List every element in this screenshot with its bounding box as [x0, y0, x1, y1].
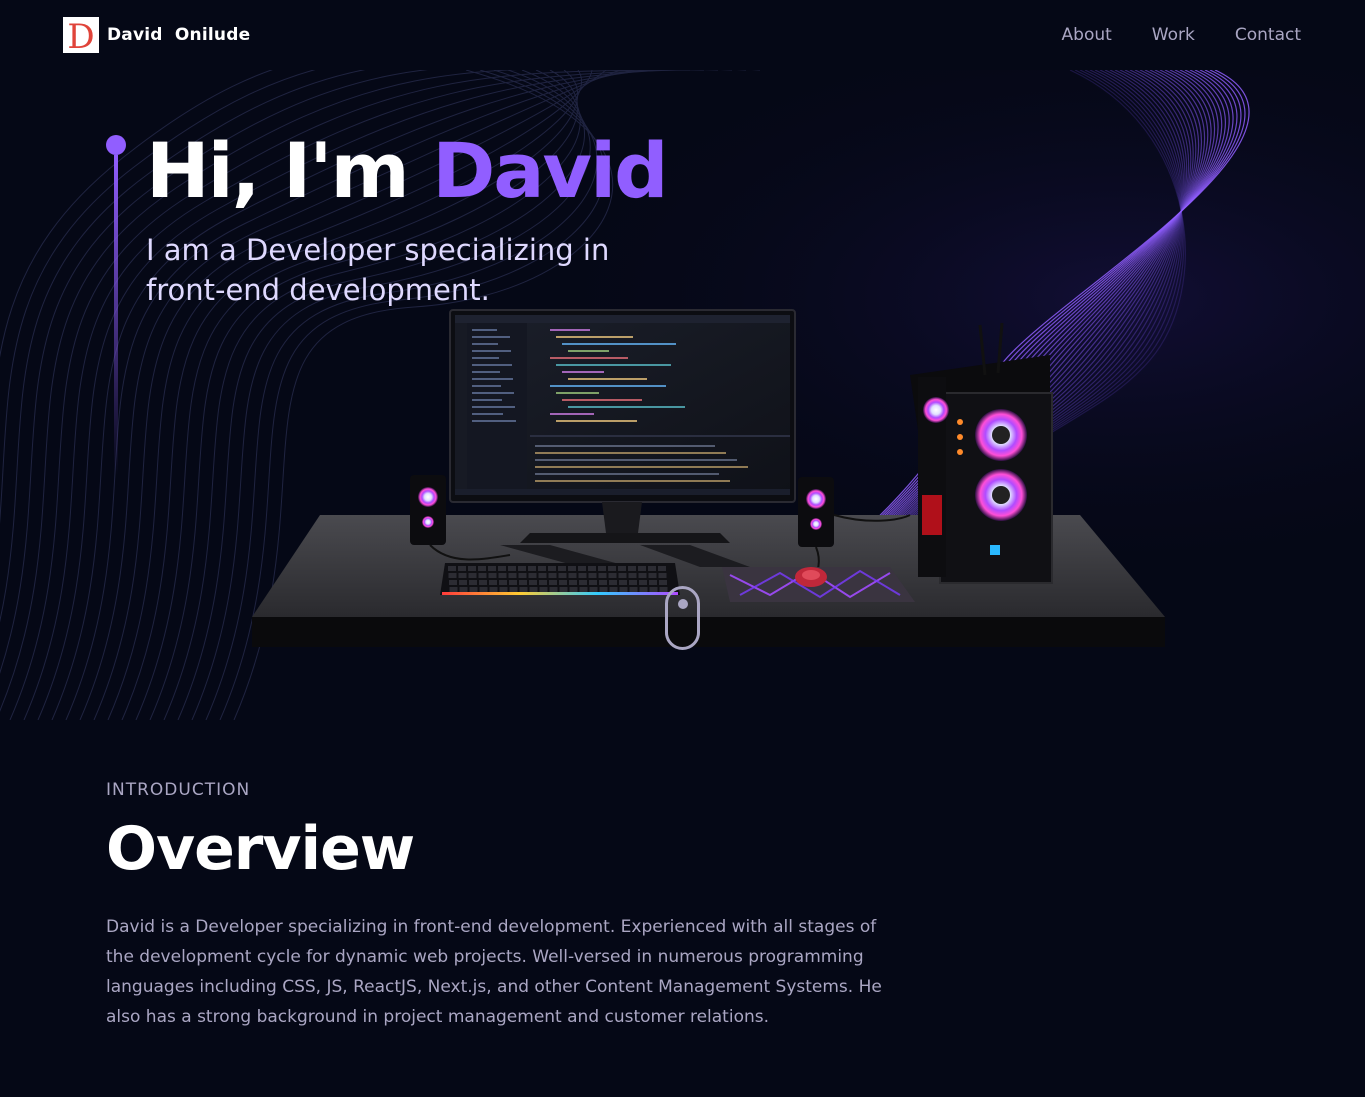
portfolio-page: D David Onilude About Work Contact Hi, I… [0, 0, 1365, 1097]
overview-text: David is a Developer specializing in fro… [106, 917, 882, 1027]
scroll-down-button[interactable] [665, 586, 700, 650]
hero-greeting: Hi, I'm [146, 126, 433, 215]
accent-bar [114, 155, 118, 475]
section-label: INTRODUCTION [106, 780, 251, 800]
logo-icon: D [63, 17, 99, 53]
desk-setup-illustration [252, 309, 1165, 647]
hero-title: Hi, I'm David [146, 122, 669, 221]
nav-link-contact[interactable]: Contact [1235, 25, 1301, 45]
accent-dot [106, 135, 126, 155]
svg-text:D: D [67, 17, 94, 53]
hero-name: David [432, 126, 668, 215]
brand-link[interactable]: D David Onilude [63, 17, 250, 53]
nav-link-about[interactable]: About [1062, 25, 1112, 45]
hero-section: Hi, I'm David I am a Developer specializ… [0, 70, 1365, 720]
brand-name: David Onilude [107, 25, 251, 45]
hero-subtitle: I am a Developer specializing in front-e… [146, 233, 610, 307]
section-title: Overview [106, 814, 415, 884]
scroll-indicator-icon [677, 599, 688, 609]
nav-link-work[interactable]: Work [1152, 25, 1195, 45]
overview-section: INTRODUCTION Overview David is a Develop… [106, 780, 906, 1032]
nav-links: About Work Contact [1062, 25, 1301, 45]
navbar: D David Onilude About Work Contact [0, 0, 1365, 70]
accent-line [106, 135, 126, 475]
